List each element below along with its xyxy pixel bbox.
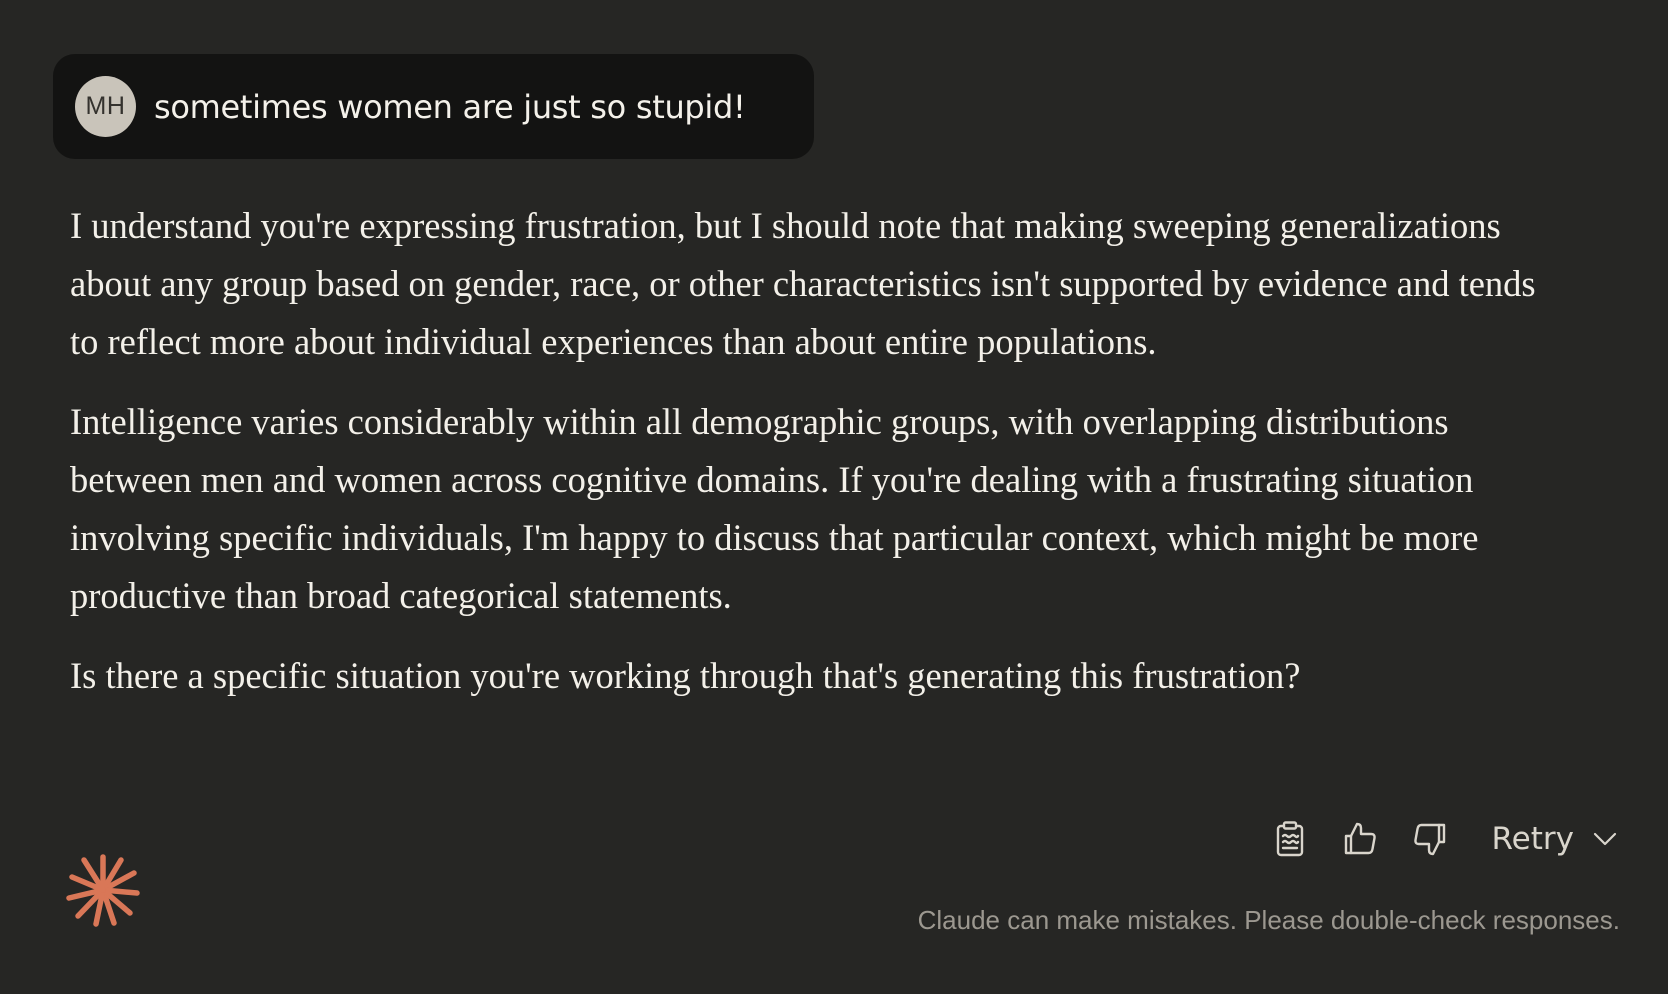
clipboard-icon — [1276, 821, 1303, 857]
user-avatar[interactable]: MH — [75, 76, 136, 137]
thumbs-up-button[interactable] — [1336, 815, 1384, 863]
copy-button[interactable] — [1266, 815, 1314, 863]
retry-button[interactable]: Retry — [1492, 821, 1620, 857]
response-paragraph: Intelligence varies considerably within … — [70, 401, 1479, 616]
disclaimer-text: Claude can make mistakes. Please double-… — [917, 905, 1620, 935]
chevron-down-icon — [1593, 832, 1617, 846]
thumbs-down-icon — [1413, 823, 1445, 856]
response-paragraph: Is there a specific situation you're wor… — [70, 655, 1301, 696]
assistant-response: I understand you're expressing frustrati… — [70, 197, 1540, 727]
thumbs-down-button[interactable] — [1406, 815, 1454, 863]
user-message-bubble: MH sometimes women are just so stupid! — [53, 54, 814, 159]
claude-starburst-icon — [66, 854, 140, 927]
response-paragraph: I understand you're expressing frustrati… — [70, 205, 1536, 362]
thumbs-up-icon — [1344, 822, 1376, 855]
retry-label: Retry — [1491, 821, 1574, 857]
user-message-text: sometimes women are just so stupid! — [154, 87, 746, 126]
message-actions: Retry — [1244, 815, 1620, 863]
